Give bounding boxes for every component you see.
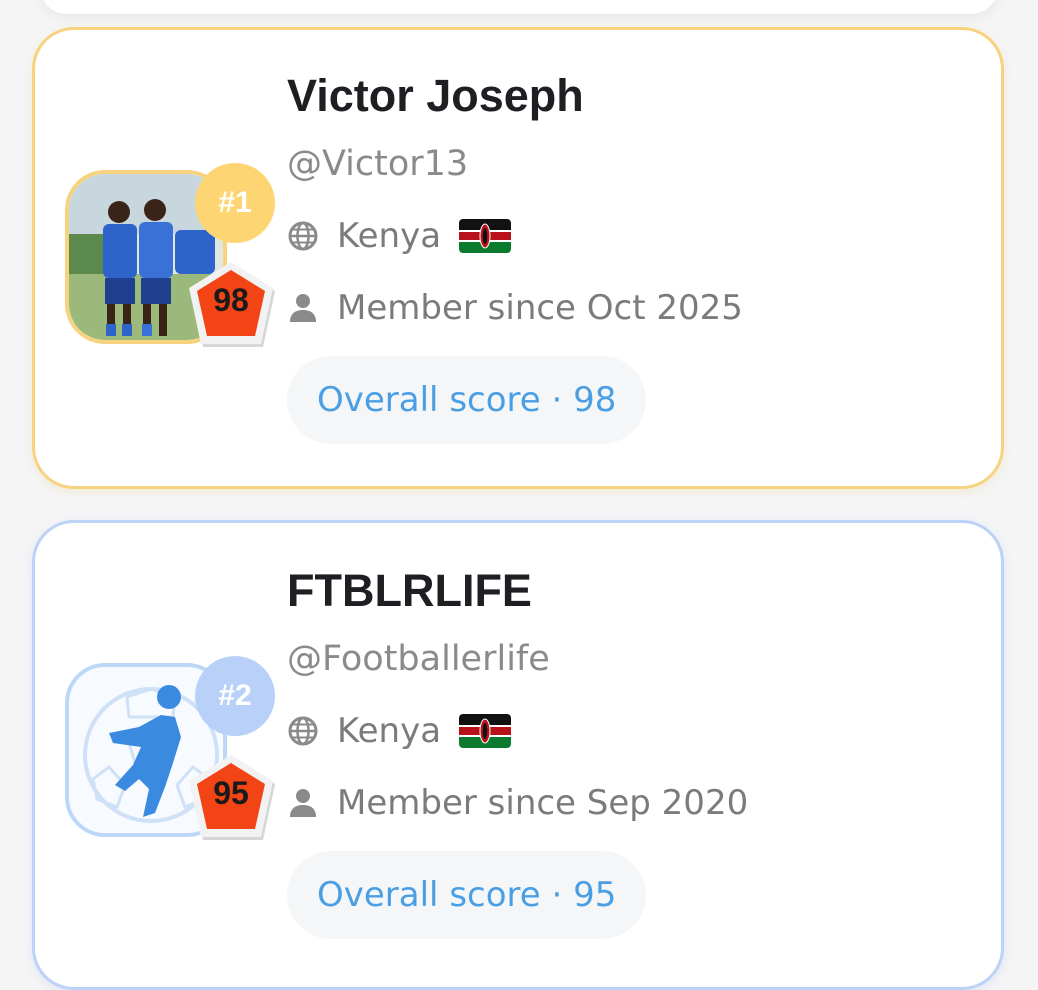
member-since: Member since Oct 2025 (337, 288, 743, 328)
overall-score-pill[interactable]: Overall score · 98 (287, 356, 647, 444)
member-row: Member since Sep 2020 (287, 781, 748, 825)
player-info: FTBLRLIFE @Footballerlife Kenya Member s… (287, 563, 748, 939)
score-value: 98 (213, 282, 249, 318)
avatar-group: #1 98 (65, 163, 275, 347)
person-icon (290, 789, 316, 817)
score-value: 95 (213, 775, 249, 811)
member-since: Member since Sep 2020 (337, 783, 749, 823)
previous-card-edge (40, 0, 998, 14)
score-badge: 95 (183, 749, 279, 845)
country-row: Kenya (287, 214, 743, 258)
player-handle: @Victor13 (287, 144, 469, 184)
kenya-flag-icon (459, 714, 512, 748)
rank-badge: #1 (195, 163, 275, 243)
country-name: Kenya (337, 216, 442, 256)
member-row: Member since Oct 2025 (287, 286, 743, 330)
globe-icon (288, 221, 318, 251)
player-handle: @Footballerlife (287, 639, 550, 679)
person-icon (290, 294, 316, 322)
kenya-flag-icon (459, 219, 512, 253)
rank-badge: #2 (195, 656, 275, 736)
overall-score-pill[interactable]: Overall score · 95 (287, 851, 647, 939)
player-name[interactable]: FTBLRLIFE (287, 563, 748, 619)
country-name: Kenya (337, 711, 442, 751)
globe-icon (288, 716, 318, 746)
player-info: Victor Joseph @Victor13 Kenya Member sin… (287, 68, 743, 444)
leaderboard-card-1[interactable]: #1 98 Victor Joseph @Victor13 Kenya Memb… (32, 27, 1004, 489)
avatar-group: #2 95 (65, 656, 275, 840)
player-name[interactable]: Victor Joseph (287, 68, 743, 124)
leaderboard-card-2[interactable]: #2 95 FTBLRLIFE @Footballerlife Kenya Me… (32, 520, 1004, 990)
country-row: Kenya (287, 709, 748, 753)
score-badge: 98 (183, 256, 279, 352)
